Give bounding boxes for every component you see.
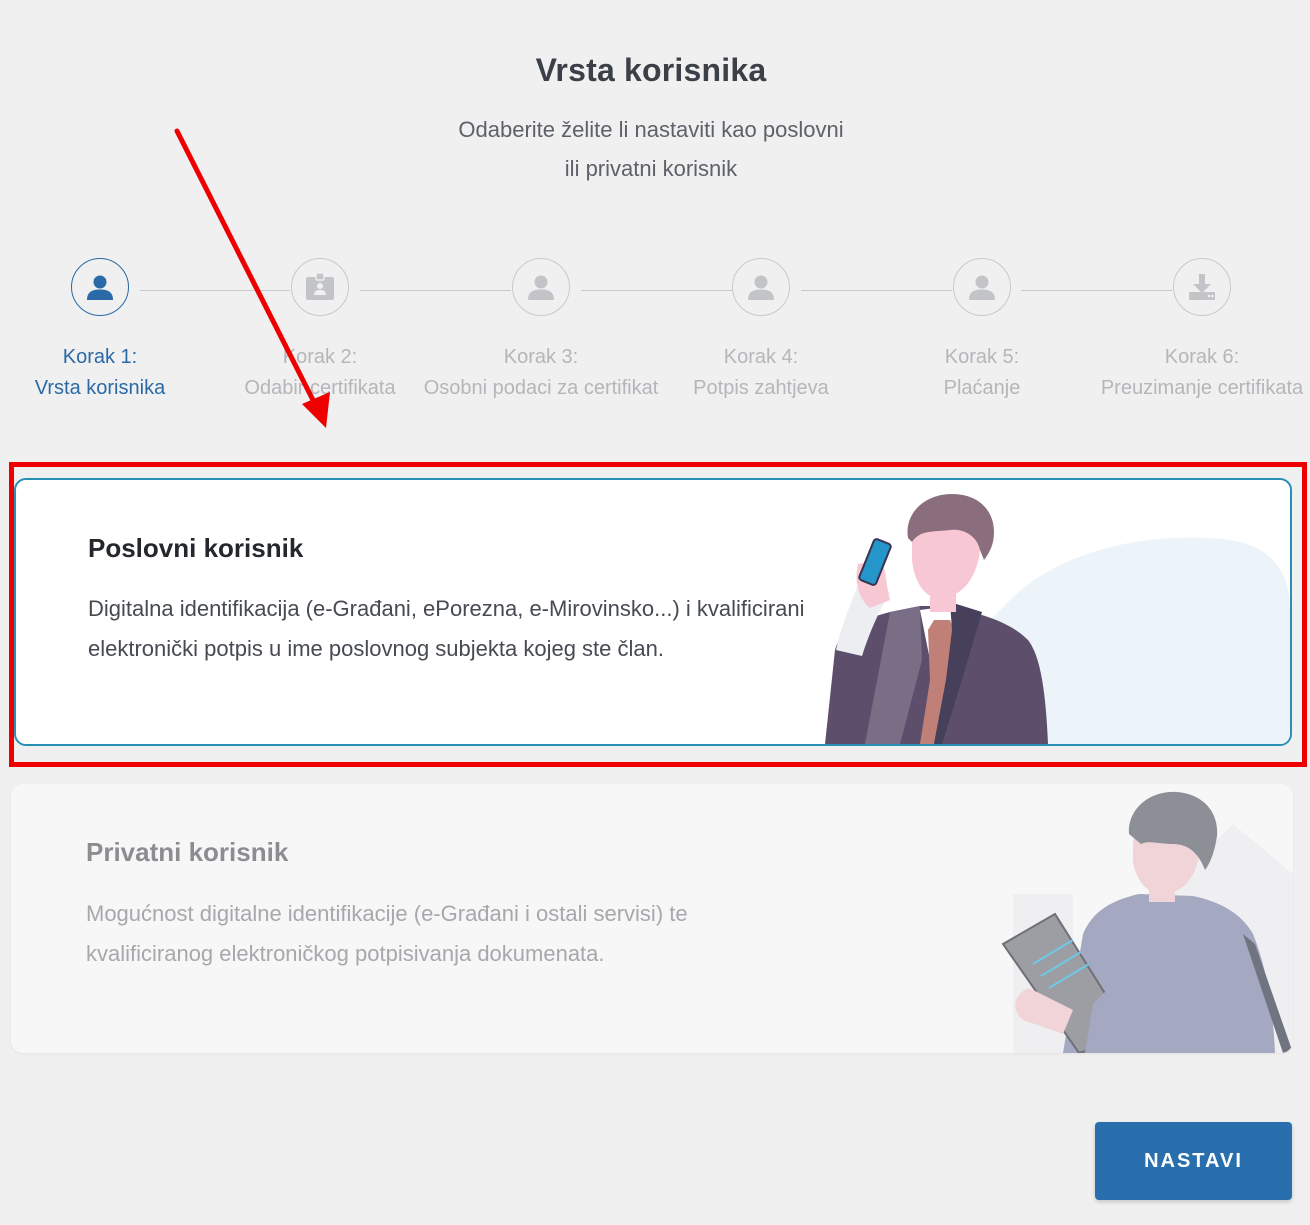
- user-icon: [87, 275, 113, 300]
- step-name: Preuzimanje certifikata: [1100, 377, 1304, 399]
- private-user-title: Privatni korisnik: [86, 837, 289, 867]
- subtitle-line: ili privatni korisnik: [564, 156, 738, 181]
- step-label: Korak 6: Preuzimanje certifikata: [1052, 342, 1310, 404]
- user-icon: [969, 275, 995, 300]
- private-user-card[interactable]: Privatni korisnik Mogućnost digitalne id…: [11, 784, 1293, 1053]
- download-icon: [1189, 274, 1215, 300]
- page-subtitle: Odaberite želite li nastaviti kao poslov…: [0, 110, 1302, 188]
- step-circle: [1173, 258, 1231, 316]
- continue-button[interactable]: NASTAVI: [1095, 1122, 1292, 1200]
- page-title: Vrsta korisnika: [535, 52, 767, 88]
- step-circle: [953, 258, 1011, 316]
- private-user-description: Mogućnost digitalne identifikacije (e-Gr…: [86, 901, 688, 966]
- user-icon: [748, 275, 774, 300]
- annotation-highlight-box: [9, 462, 1307, 767]
- user-icon: [528, 275, 554, 300]
- subtitle-line: Odaberite želite li nastaviti kao poslov…: [458, 117, 844, 142]
- step-circle: [512, 258, 570, 316]
- step-circle: [291, 258, 349, 316]
- step-6-download[interactable]: Korak 6: Preuzimanje certifikata: [1052, 258, 1310, 404]
- step-circle: [732, 258, 790, 316]
- id-badge-icon: [306, 273, 334, 300]
- step-circle: [71, 258, 129, 316]
- step-number: Korak 6:: [1164, 346, 1240, 368]
